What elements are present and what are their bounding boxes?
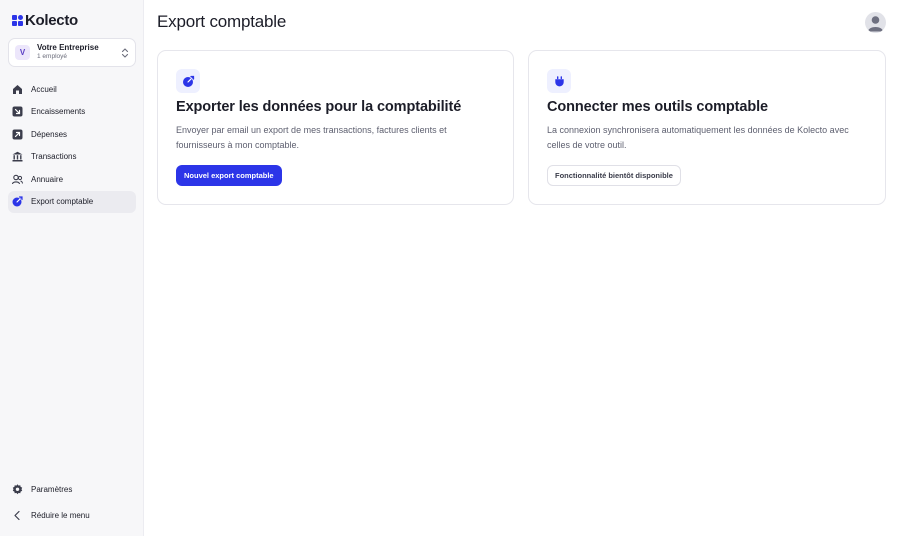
page-title: Export comptable [157,12,287,31]
sidebar-item-label: Annuaire [31,174,64,184]
company-name: Votre Entreprise [37,43,99,53]
collapse-menu-button[interactable]: Réduire le menu [8,505,136,528]
export-icon [12,196,23,207]
plug-icon [547,69,571,93]
main-content: Export comptable Exporter les données po… [144,0,900,536]
card-title: Exporter les données pour la comptabilit… [176,99,462,115]
sidebar-item-annuaire[interactable]: Annuaire [8,168,136,191]
connect-tools-card: Connecter mes outils comptable La connex… [528,50,886,205]
home-icon [12,84,23,95]
sidebar-item-label: Dépenses [31,129,68,139]
sidebar-item-label: Accueil [31,84,57,94]
card-description: Envoyer par email un export de mes trans… [176,125,447,150]
company-switcher[interactable]: V Votre Entreprise 1 employé [8,38,136,67]
arrow-up-right-icon [12,129,23,140]
export-icon [176,69,200,93]
users-icon [12,174,23,185]
sidebar-item-label: Export comptable [31,197,94,207]
main-nav: Accueil Encaissements Dépenses Transacti… [8,78,136,213]
card-description: La connexion synchronisera automatiqueme… [547,125,849,150]
coming-soon-button[interactable]: Fonctionnalité bientôt disponible [547,165,681,186]
user-avatar[interactable] [865,12,886,33]
sidebar-item-depenses[interactable]: Dépenses [8,123,136,146]
brand-logo[interactable]: Kolecto [12,12,78,29]
sidebar-item-parametres[interactable]: Paramètres [8,478,136,501]
bottom-nav: Paramètres Réduire le menu [8,478,136,527]
bank-icon [12,151,23,162]
card-title: Connecter mes outils comptable [547,99,768,115]
sidebar-item-accueil[interactable]: Accueil [8,78,136,101]
gear-icon [12,484,23,495]
company-subtitle: 1 employé [37,53,67,61]
sidebar-item-export-comptable[interactable]: Export comptable [8,190,136,213]
chevron-left-icon [12,510,23,521]
arrow-down-right-icon [12,106,23,117]
new-export-button[interactable]: Nouvel export comptable [176,165,282,186]
company-avatar: V [15,45,30,60]
user-icon [868,16,883,32]
brand-name: Kolecto [25,12,78,29]
export-card: Exporter les données pour la comptabilit… [157,50,514,205]
sidebar-item-encaissements[interactable]: Encaissements [8,101,136,124]
sidebar-item-label: Réduire le menu [31,511,90,521]
sidebar: Kolecto V Votre Entreprise 1 employé Acc… [0,0,144,536]
kolecto-logo-icon [12,15,23,26]
sidebar-item-label: Encaissements [31,107,86,117]
sidebar-item-label: Transactions [31,152,77,162]
chevron-up-down-icon [121,47,129,58]
sidebar-item-label: Paramètres [31,484,73,494]
sidebar-item-transactions[interactable]: Transactions [8,146,136,169]
